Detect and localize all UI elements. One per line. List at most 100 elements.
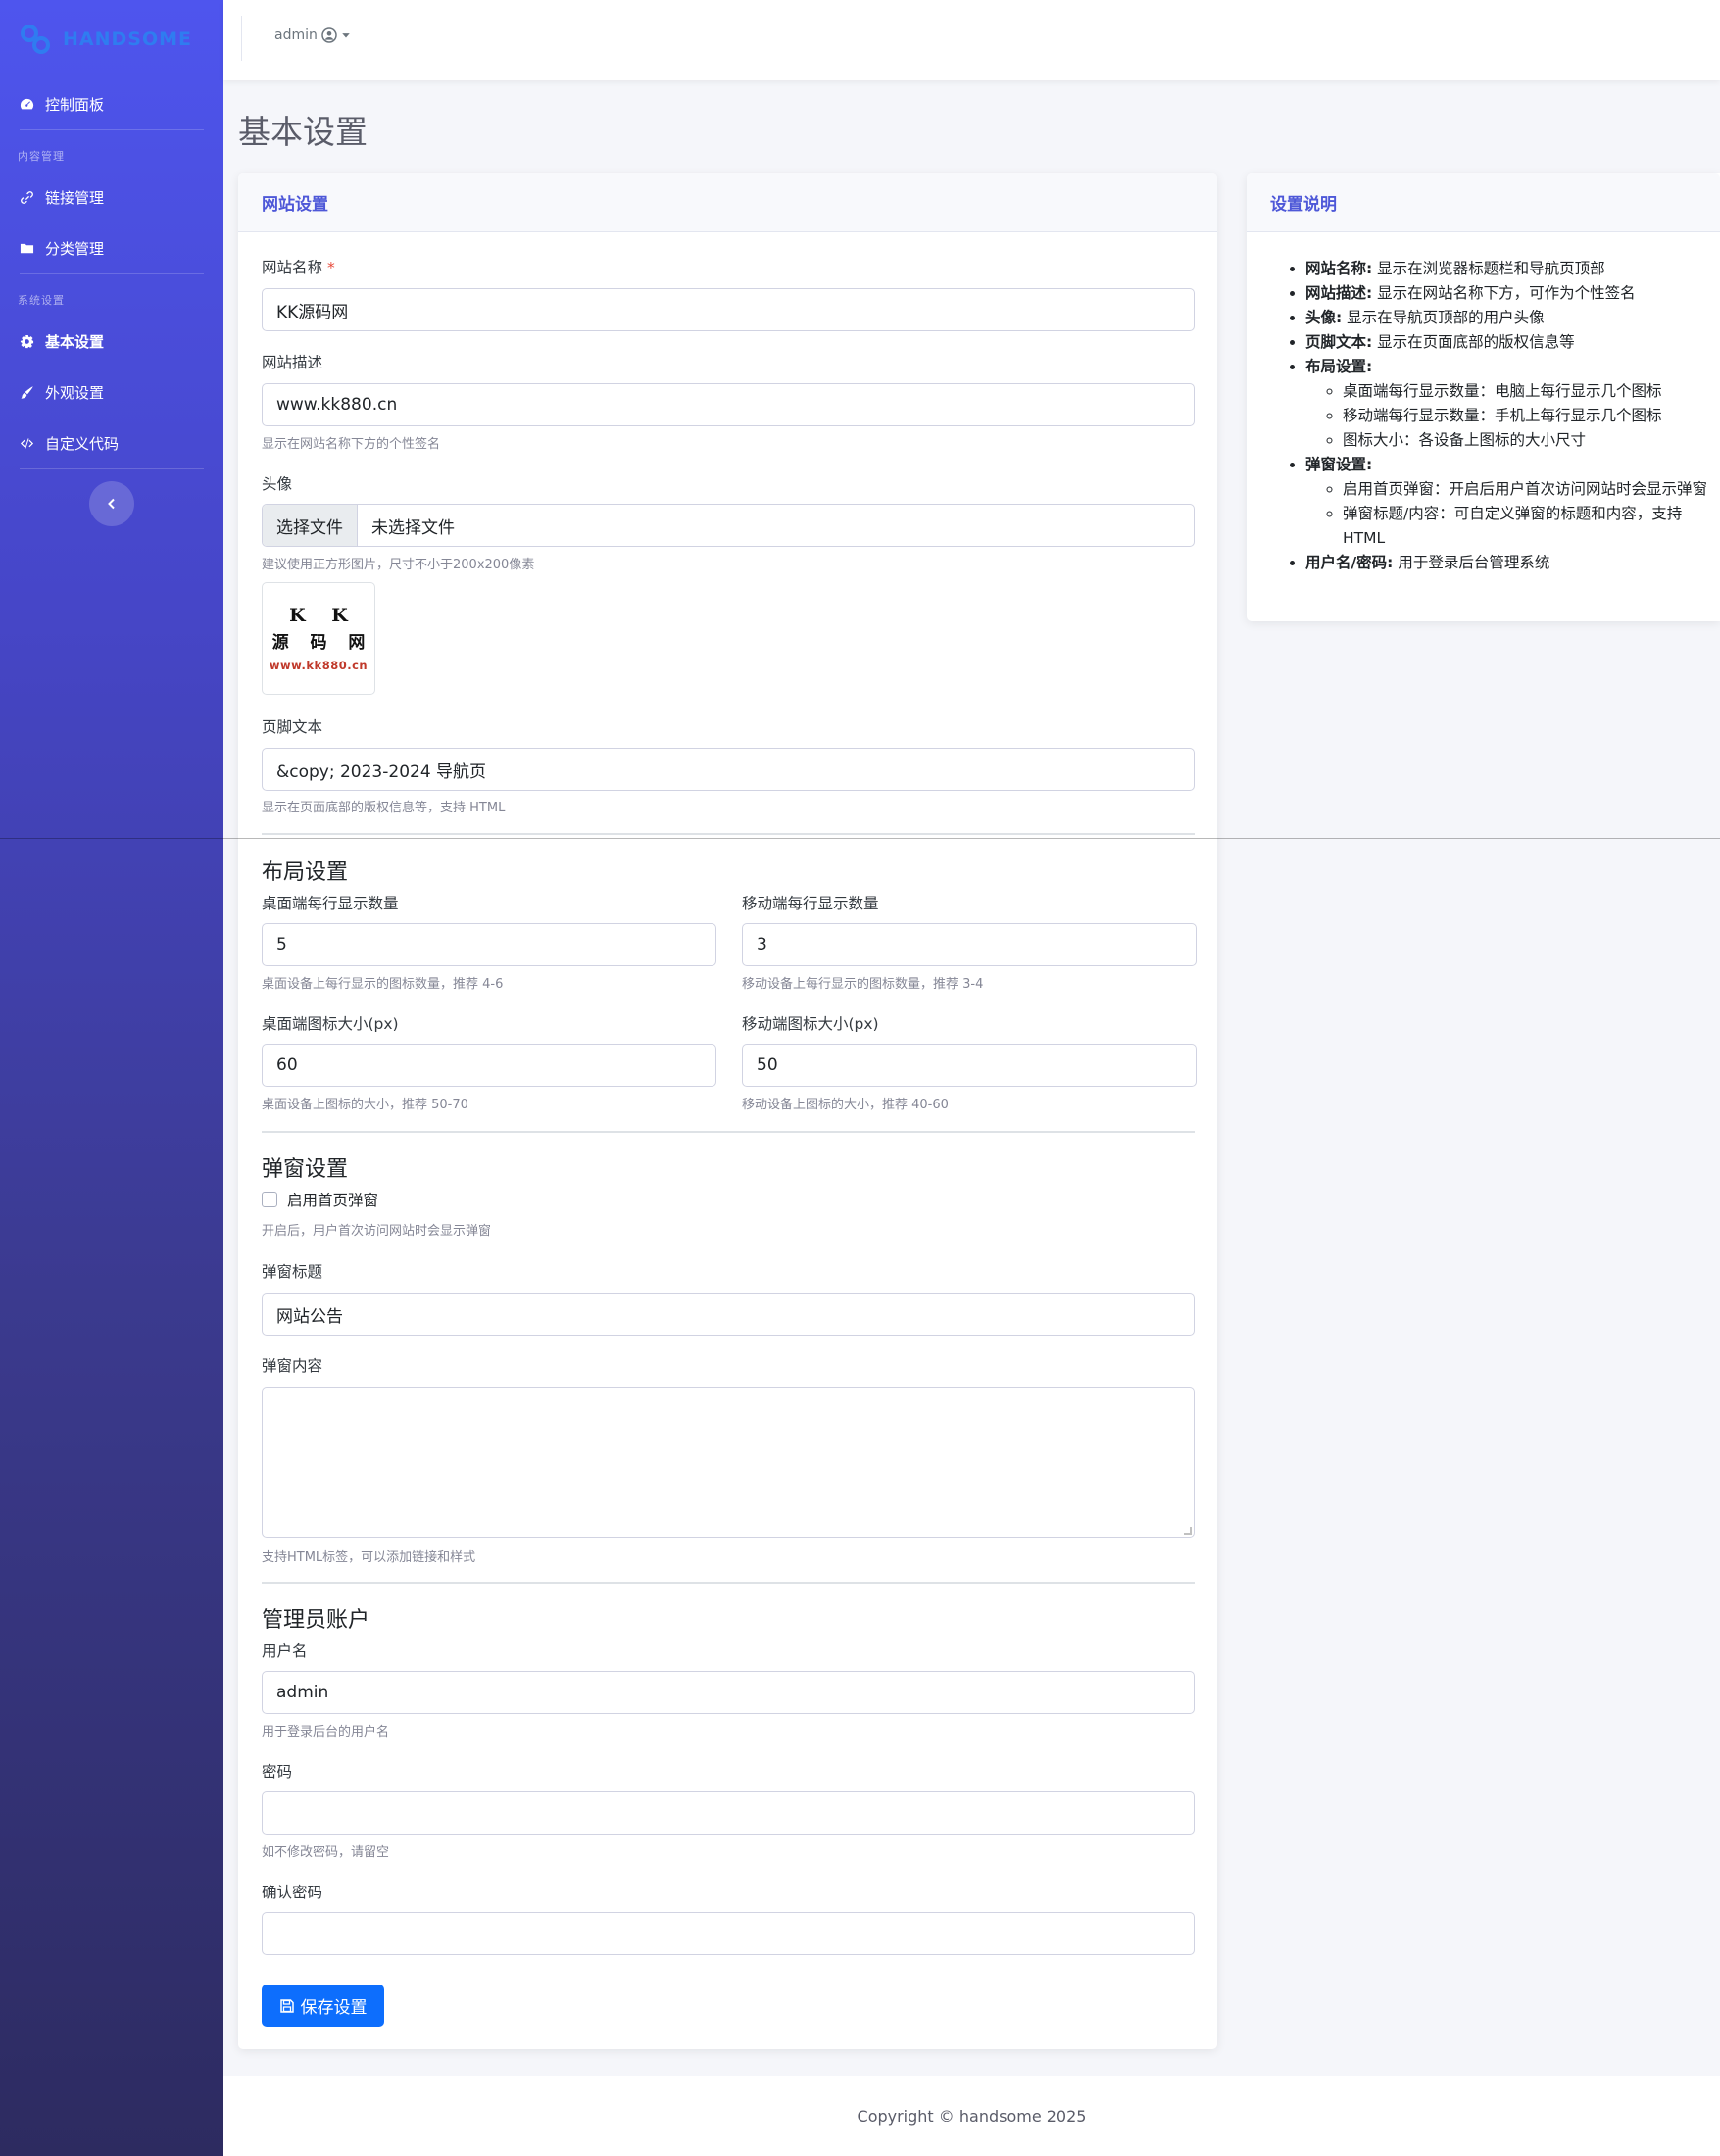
brand-name: HANDSOME (63, 28, 193, 50)
help-term: 布局设置: (1305, 358, 1373, 375)
site-name-input[interactable]: KK源码网 (262, 288, 1195, 331)
desktop-size-label: 桌面端图标大小(px) (262, 1015, 399, 1033)
mobile-count-input[interactable]: 3 (742, 923, 1197, 966)
desktop-size-input[interactable]: 60 (262, 1044, 716, 1087)
mobile-count-label: 移动端每行显示数量 (742, 895, 879, 912)
sidebar-item-links[interactable]: 链接管理 (0, 172, 223, 222)
mobile-size-input[interactable]: 50 (742, 1044, 1197, 1087)
help-term: 页脚文本: (1305, 333, 1373, 351)
help-subitem: 启用首页弹窗：开启后用户首次访问网站时会显示弹窗 (1343, 477, 1707, 502)
save-icon (279, 1998, 294, 2013)
help-sublist: 桌面端每行显示数量：电脑上每行显示几个图标 移动端每行显示数量：手机上每行显示几… (1323, 379, 1707, 453)
sidebar-item-label: 分类管理 (45, 239, 105, 258)
desktop-count-label: 桌面端每行显示数量 (262, 895, 399, 912)
password-input[interactable] (262, 1791, 1195, 1835)
avatar-label: 头像 (262, 475, 293, 493)
save-button[interactable]: 保存设置 (262, 1984, 384, 2027)
divider (262, 833, 1195, 835)
desktop-count-hint: 桌面设备上每行显示的图标数量，推荐 4-6 (262, 977, 504, 992)
enable-popup-row[interactable]: 启用首页弹窗 (262, 1189, 378, 1210)
sidebar-item-appearance[interactable]: 外观设置 (0, 367, 223, 417)
link-icon (21, 190, 33, 204)
folder-icon (20, 243, 34, 253)
help-subitem: 弹窗标题/内容：可自定义弹窗的标题和内容，支持HTML (1343, 502, 1707, 551)
help-sublist: 启用首页弹窗：开启后用户首次访问网站时会显示弹窗 弹窗标题/内容：可自定义弹窗的… (1323, 477, 1707, 551)
footer-text-label: 页脚文本 (262, 718, 323, 736)
sidebar-item-custom-code[interactable]: 自定义代码 (0, 417, 223, 468)
enable-popup-label[interactable]: 启用首页弹窗 (287, 1189, 378, 1210)
user-dropdown[interactable]: admin (274, 27, 351, 43)
site-name-label-text: 网站名称 (262, 259, 323, 276)
layout-section-title: 布局设置 (262, 860, 349, 885)
avatar-preview: K K 源 码 网 www.kk880.cn (262, 582, 375, 695)
popup-title-label: 弹窗标题 (262, 1263, 323, 1281)
avatar-image-line1: K K (289, 605, 358, 626)
footer-text-input[interactable]: &copy; 2023-2024 导航页 (262, 748, 1195, 791)
mobile-count-hint: 移动设备上每行显示的图标数量，推荐 3-4 (742, 977, 984, 992)
sidebar-item-label: 外观设置 (45, 383, 105, 402)
avatar-hint: 建议使用正方形图片，尺寸不小于200x200像素 (262, 558, 535, 572)
help-text: 显示在页面底部的版权信息等 (1377, 333, 1575, 351)
divider (262, 1131, 1195, 1133)
divider (20, 468, 204, 469)
topbar-divider (241, 16, 242, 61)
help-term: 网站名称: (1305, 260, 1373, 277)
mobile-size-label: 移动端图标大小(px) (742, 1015, 879, 1033)
sidebar-item-categories[interactable]: 分类管理 (0, 222, 223, 273)
popup-content-label: 弹窗内容 (262, 1357, 323, 1375)
site-desc-input[interactable]: www.kk880.cn (262, 383, 1195, 426)
username-hint: 用于登录后台的用户名 (262, 1725, 390, 1740)
help-item: 布局设置: 桌面端每行显示数量：电脑上每行显示几个图标 移动端每行显示数量：手机… (1305, 355, 1707, 453)
brush-icon (21, 385, 33, 399)
page-footer: Copyright © handsome 2025 (223, 2076, 1720, 2156)
popup-section-title: 弹窗设置 (262, 1157, 349, 1182)
popup-title-input[interactable]: 网站公告 (262, 1293, 1195, 1336)
resize-handle[interactable] (1184, 1527, 1192, 1535)
footer-text-hint: 显示在页面底部的版权信息等，支持 HTML (262, 801, 506, 815)
help-text: 显示在浏览器标题栏和导航页顶部 (1377, 260, 1605, 277)
user-circle-icon (321, 27, 337, 43)
sidebar: HANDSOME 控制面板 内容管理 链接管理 分类管理 系统设置 基本设置 外… (0, 0, 223, 2156)
help-card: 设置说明 网站名称: 显示在浏览器标题栏和导航页顶部 网站描述: 显示在网站名称… (1247, 173, 1720, 621)
help-text: 显示在网站名称下方，可作为个性签名 (1377, 284, 1636, 302)
sidebar-item-dashboard[interactable]: 控制面板 (0, 78, 223, 129)
avatar-file-input[interactable]: 选择文件 未选择文件 (262, 504, 1195, 547)
sidebar-item-label: 自定义代码 (45, 434, 120, 453)
sidebar-toggle-button[interactable] (89, 481, 134, 526)
popup-content-textarea[interactable] (262, 1387, 1195, 1538)
help-card-header: 设置说明 (1247, 173, 1720, 232)
copyright-text: Copyright © handsome 2025 (857, 2106, 1087, 2126)
sidebar-item-basic-settings[interactable]: 基本设置 (0, 316, 223, 367)
brand[interactable]: HANDSOME (0, 0, 223, 78)
caret-down-icon (342, 33, 350, 38)
username-label: 用户名 (262, 1642, 308, 1660)
capture-seam (0, 838, 1720, 839)
avatar-image-line3: www.kk880.cn (269, 659, 369, 672)
file-name-text: 未选择文件 (371, 517, 455, 538)
choose-file-button[interactable]: 选择文件 (263, 505, 358, 546)
username-input[interactable]: admin (262, 1671, 1195, 1714)
help-subitem: 桌面端每行显示数量：电脑上每行显示几个图标 (1343, 379, 1707, 404)
admin-section-title: 管理员账户 (262, 1608, 370, 1633)
help-term: 用户名/密码: (1305, 554, 1394, 571)
desktop-size-hint: 桌面设备上图标的大小，推荐 50-70 (262, 1098, 468, 1112)
dashboard-icon (20, 98, 34, 109)
confirm-password-input[interactable] (262, 1912, 1195, 1955)
help-term: 头像: (1305, 309, 1343, 326)
divider (262, 1582, 1195, 1584)
site-desc-label: 网站描述 (262, 354, 323, 371)
topbar: admin (223, 0, 1720, 80)
chevron-left-icon (108, 498, 115, 510)
help-item: 网站描述: 显示在网站名称下方，可作为个性签名 (1305, 281, 1707, 306)
required-mark: * (326, 259, 335, 276)
help-subitem: 图标大小：各设备上图标的大小尺寸 (1343, 428, 1707, 453)
sidebar-item-label: 链接管理 (45, 188, 105, 207)
enable-popup-hint: 开启后，用户首次访问网站时会显示弹窗 (262, 1224, 492, 1239)
logo-icon (21, 24, 50, 54)
confirm-password-label: 确认密码 (262, 1884, 323, 1901)
desktop-count-input[interactable]: 5 (262, 923, 716, 966)
avatar-image-line2: 源 码 网 (271, 633, 373, 653)
enable-popup-checkbox[interactable] (262, 1192, 277, 1207)
help-list: 网站名称: 显示在浏览器标题栏和导航页顶部 网站描述: 显示在网站名称下方，可作… (1286, 257, 1707, 575)
nav-heading-content: 内容管理 (18, 150, 65, 163)
